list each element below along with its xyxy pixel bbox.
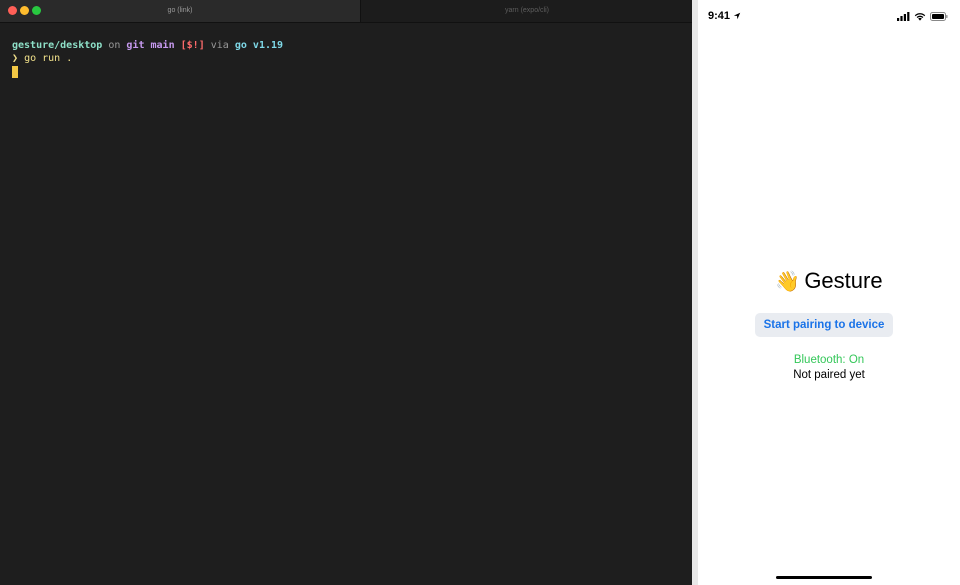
tab-yarn[interactable]: yarn (expo/cli) [360,0,693,22]
status-time: 9:41 [708,10,731,22]
prompt-arrow-icon: ❯ [12,53,19,64]
close-window-button[interactable] [8,6,17,15]
prompt-git-status: [$!] [180,40,205,51]
location-arrow-icon [733,12,741,20]
app-title-text: Gesture [804,268,883,293]
terminal-window: go (link) yarn (expo/cli) gesture/deskto… [0,0,693,585]
wifi-icon [914,13,926,21]
maximize-window-button[interactable] [32,6,41,15]
prompt-on-word: on [108,40,121,51]
prompt-go-version: go v1.19 [234,40,284,51]
tab-go[interactable]: go (link) [0,0,360,22]
start-pairing-button[interactable]: Start pairing to device [755,313,893,337]
command-text: go run . [24,53,73,64]
terminal-titlebar: go (link) yarn (expo/cli) [0,0,693,23]
home-indicator[interactable] [776,576,872,579]
app-title: 👋 Gesture [698,268,960,294]
cellular-signal-icon [897,12,910,21]
command-line: ❯ go run . [12,53,72,64]
prompt-git-label: git [126,40,145,51]
status-icons [897,12,948,21]
prompt-line: gesture/desktop on git main [$!] via go … [12,40,283,51]
prompt-branch: main [150,40,175,51]
terminal-cursor [12,66,18,78]
battery-icon [930,12,948,21]
prompt-via-word: via [210,40,229,51]
pairing-status: Not paired yet [793,369,865,381]
prompt-path: gesture/desktop [12,40,103,51]
bluetooth-status: Bluetooth: On [793,354,865,366]
minimize-window-button[interactable] [20,6,29,15]
terminal-output[interactable]: gesture/desktop on git main [$!] via go … [12,39,283,79]
phone-screen: 9:41 👋 Gesture Start pairing to device Bl… [698,0,960,585]
waving-hand-icon: 👋 [775,271,801,293]
